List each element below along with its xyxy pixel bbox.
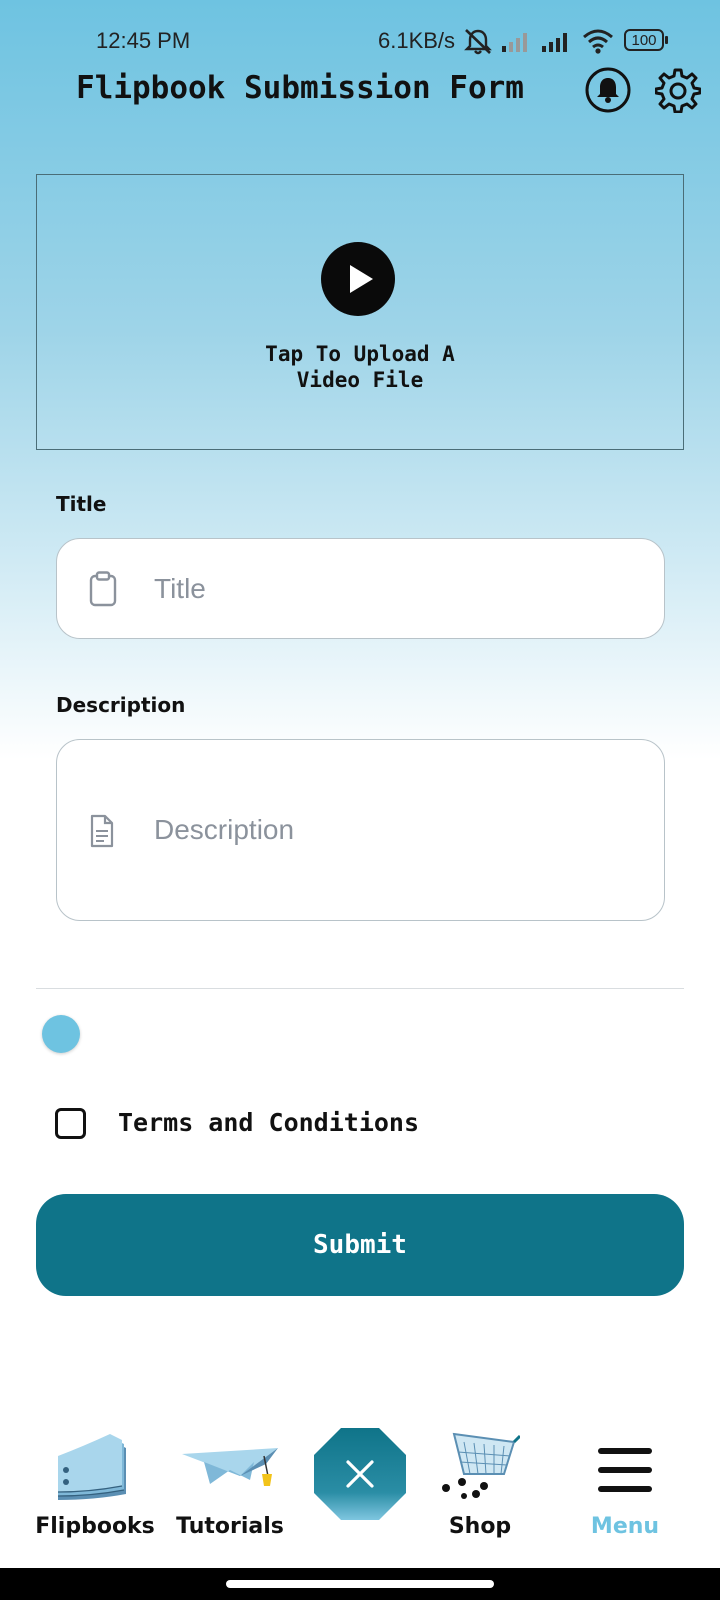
nav-item-tutorials[interactable]: Tutorials [170,1420,290,1566]
submit-button[interactable]: Submit [36,1194,684,1296]
clipboard-icon [89,571,117,607]
play-icon [321,242,395,316]
title-label: Title [56,492,107,516]
title-placeholder: Title [154,573,206,604]
title-field[interactable]: Title [56,538,665,639]
close-icon [346,1460,374,1488]
hamburger-icon [598,1448,652,1492]
terms-label[interactable]: Terms and Conditions [118,1108,419,1137]
nav-label: Flipbooks [35,1514,155,1539]
nav-item-menu[interactable]: Menu [570,1420,680,1566]
bottom-nav: Flipbooks Tutorials Shop Menu [0,1420,720,1566]
description-field[interactable]: Description [56,739,665,921]
nav-item-close[interactable] [314,1428,406,1520]
signal-icon [542,33,567,52]
divider [36,988,684,989]
cart-icon [442,1432,520,1499]
page-title: Flipbook Submission Form [76,70,524,106]
nav-label: Menu [590,1514,660,1539]
document-icon [90,814,114,848]
nav-label: Tutorials [176,1514,284,1539]
status-time: 12:45 PM [96,28,191,53]
settings-button[interactable] [654,66,702,114]
terms-checkbox[interactable] [55,1108,86,1139]
flipbook-icon [57,1434,126,1500]
bell-icon [585,67,631,113]
graduation-cap-icon [182,1448,278,1486]
description-label: Description [56,693,186,717]
description-placeholder: Description [154,814,295,845]
home-indicator[interactable] [226,1580,494,1588]
notifications-button[interactable] [584,66,632,114]
slider-handle[interactable] [42,1015,80,1053]
upload-caption: Tap To Upload A Video File [265,342,455,392]
network-speed: 6.1KB/s [378,28,456,53]
wifi-icon [583,29,613,54]
signal-icon [502,33,527,52]
battery-level: 100 [631,31,657,49]
nav-item-shop[interactable]: Shop [430,1420,530,1566]
mute-bell-icon [464,29,492,55]
nav-item-flipbooks[interactable]: Flipbooks [30,1420,160,1566]
gear-icon [655,68,701,113]
battery-icon: 100 [624,29,664,51]
nav-label: Shop [448,1514,512,1539]
battery-tip [665,36,668,44]
video-upload-area[interactable]: Tap To Upload A Video File [36,174,684,450]
